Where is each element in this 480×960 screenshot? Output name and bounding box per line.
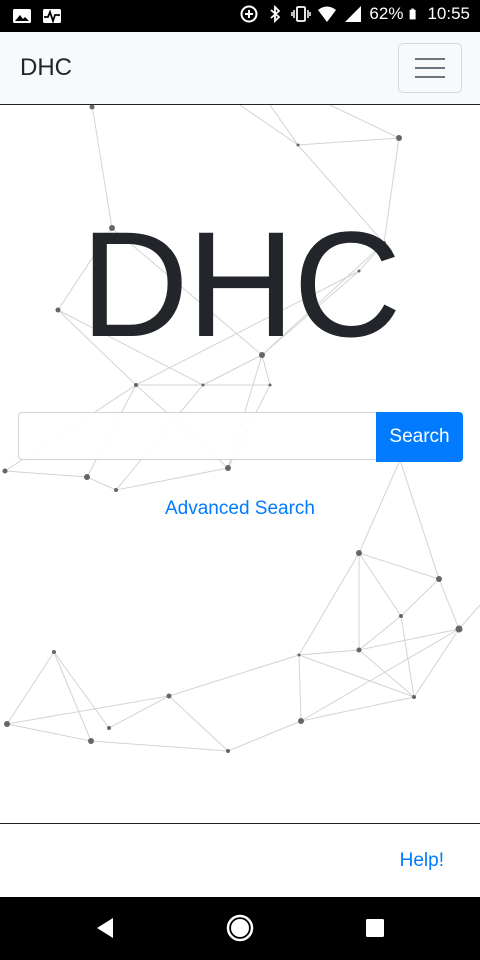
footer: Help! (0, 823, 480, 898)
activity-icon (43, 9, 61, 24)
hamburger-menu-icon (415, 76, 445, 78)
system-nav-bar (0, 897, 480, 960)
help-link[interactable]: Help! (400, 850, 444, 872)
data-saver-icon (240, 5, 258, 23)
status-bar: 62% 10:55 (0, 0, 480, 32)
battery-icon (410, 8, 417, 20)
hamburger-menu-icon (415, 58, 445, 60)
search-button[interactable]: Search (376, 412, 463, 462)
image-icon (13, 9, 31, 23)
vibrate-icon (291, 6, 312, 22)
signal-icon (345, 6, 362, 22)
menu-toggle-button[interactable] (398, 43, 462, 93)
home-icon[interactable] (224, 912, 256, 944)
hero-title: DHC (80, 200, 402, 368)
back-icon[interactable] (89, 912, 121, 944)
advanced-search-link[interactable]: Advanced Search (0, 498, 480, 520)
recents-icon[interactable] (359, 912, 391, 944)
navbar-brand[interactable]: DHC (20, 54, 72, 82)
wifi-icon (318, 6, 337, 22)
navbar: DHC (0, 32, 480, 105)
search-input[interactable] (18, 412, 376, 460)
main-content: DHC Search Advanced Search (0, 105, 480, 823)
hamburger-menu-icon (415, 67, 445, 69)
battery-percent: 62% (369, 4, 404, 23)
bluetooth-icon (270, 4, 281, 24)
clock: 10:55 (427, 4, 470, 23)
search-form: Search (18, 412, 463, 462)
